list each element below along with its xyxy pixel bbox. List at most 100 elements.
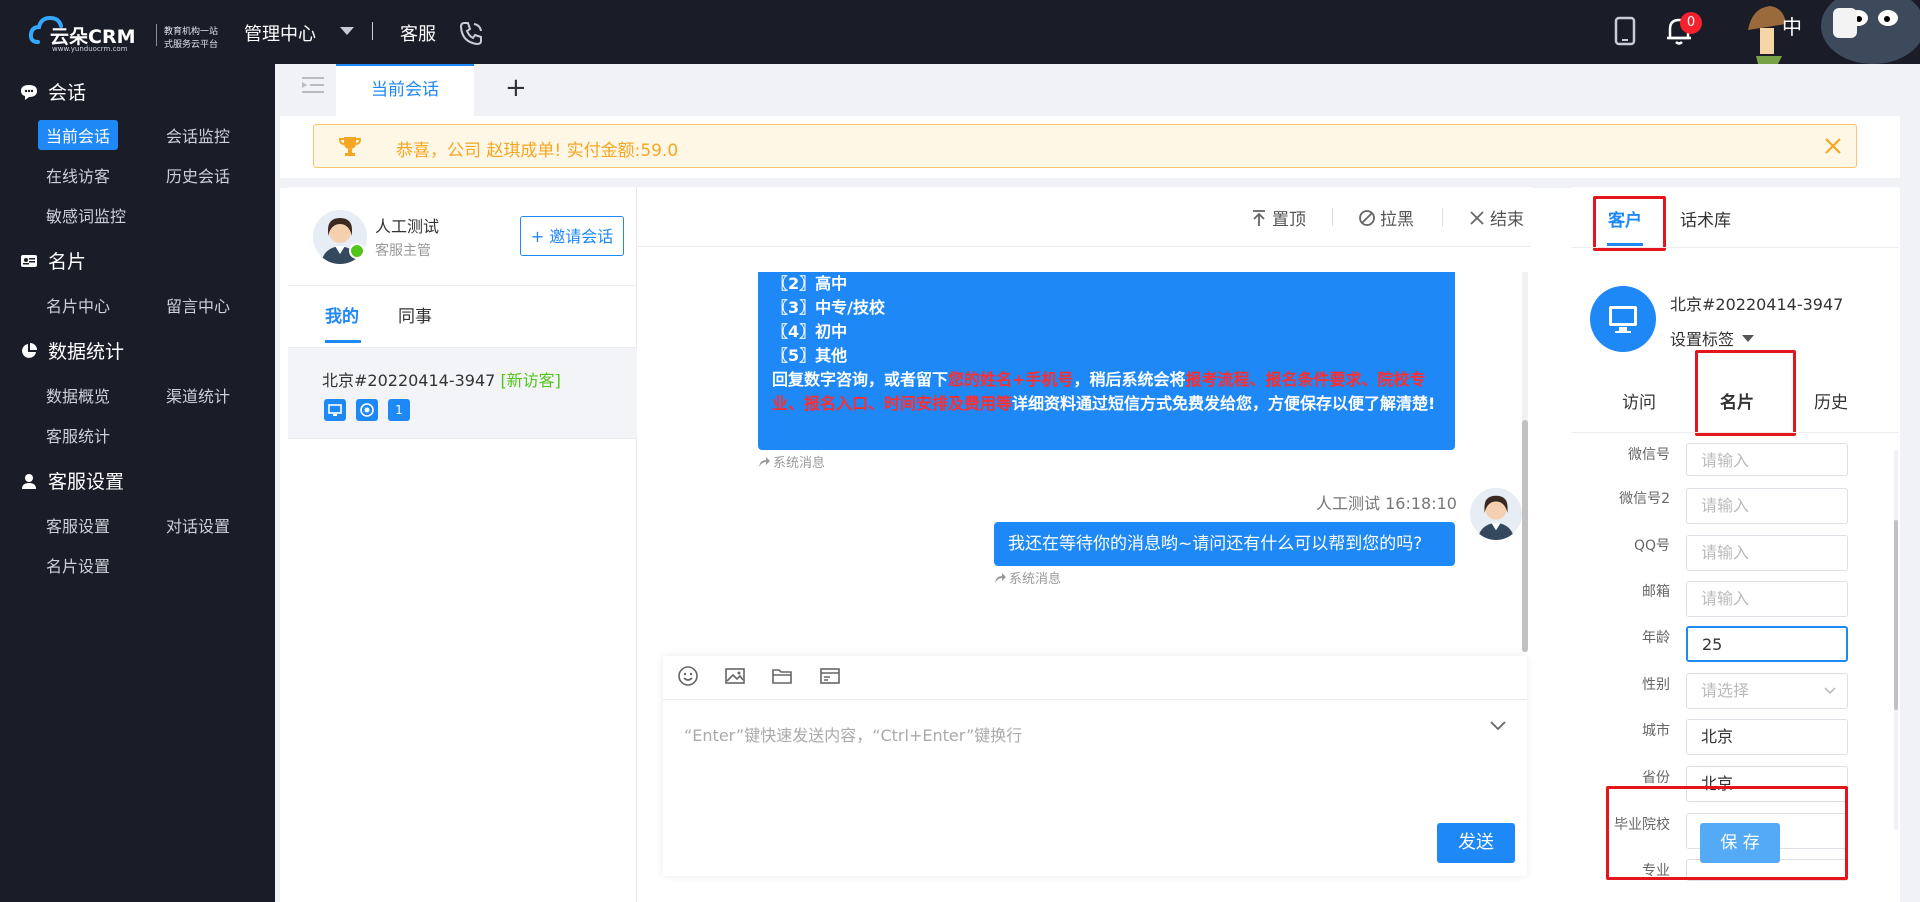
message-time: 16:18:10 xyxy=(1385,494,1457,513)
sidebar-item-service-stats[interactable]: 客服统计 xyxy=(38,420,118,450)
sidebar-item-sensitive-monitor[interactable]: 敏感词监控 xyxy=(38,200,134,230)
mobile-phone-icon[interactable] xyxy=(1614,16,1636,46)
sidebar-item-history-sessions[interactable]: 历史会话 xyxy=(158,160,238,190)
online-status-icon xyxy=(349,243,365,259)
tab-visit[interactable]: 访问 xyxy=(1622,388,1656,413)
block-button[interactable]: 拉黑 xyxy=(1358,205,1414,230)
close-icon xyxy=(1470,210,1484,225)
pie-chart-icon xyxy=(22,342,37,358)
wechat-label: 微信号 xyxy=(1628,447,1670,463)
divider xyxy=(288,285,637,286)
card-icon[interactable] xyxy=(818,664,842,688)
sidebar-item-current-session[interactable]: 当前会话 xyxy=(38,120,119,150)
sidebar-item-dialog-settings[interactable]: 对话设置 xyxy=(158,510,238,540)
nav-management-center[interactable]: 管理中心 xyxy=(244,20,316,46)
age-label: 年龄 xyxy=(1642,630,1670,646)
visitor-name[interactable]: 北京#20220414-3947 [新访客] xyxy=(322,367,561,391)
end-label: 结束 xyxy=(1490,210,1524,230)
desktop-device-icon xyxy=(1609,306,1637,333)
wechat2-input[interactable]: 请输入 xyxy=(1686,488,1848,524)
nav-caret-down-icon[interactable] xyxy=(340,27,354,35)
sidebar-item-card-center[interactable]: 名片中心 xyxy=(38,290,118,320)
agent-message-avatar xyxy=(1470,488,1522,540)
logo-separator xyxy=(156,24,157,46)
customer-scrollbar-thumb[interactable] xyxy=(1894,520,1898,710)
sidebar-item-data-overview[interactable]: 数据概览 xyxy=(38,380,118,410)
age-input[interactable]: 25 xyxy=(1686,626,1848,662)
send-button[interactable]: 发送 xyxy=(1437,823,1515,863)
visitor-id: 北京#20220414-3947 xyxy=(322,371,496,390)
city-input[interactable]: 北京 xyxy=(1686,719,1848,755)
divider xyxy=(1572,247,1898,248)
page-scrollbar[interactable] xyxy=(1904,64,1920,902)
gender-label: 性别 xyxy=(1642,677,1670,693)
sidebar-item-channel-stats[interactable]: 渠道统计 xyxy=(158,380,238,410)
sidebar-section-data: 数据统计 xyxy=(20,337,124,364)
sidebar-section-label: 数据统计 xyxy=(48,341,125,363)
tab-script-library[interactable]: 话术库 xyxy=(1680,206,1731,231)
caret-down-icon xyxy=(1742,334,1755,342)
folder-icon[interactable] xyxy=(770,664,794,688)
desktop-device-icon xyxy=(324,399,346,421)
message-meta: 人工测试 16:18:10 xyxy=(1316,490,1457,514)
logo[interactable]: 云朵CRM www.yunduocrm.com 教育机构一站式服务云平台 xyxy=(28,10,218,56)
pin-button[interactable]: 置顶 xyxy=(1250,205,1306,230)
chevron-down-icon[interactable] xyxy=(1487,714,1509,736)
share-arrow-icon xyxy=(995,573,1006,583)
avatar-illustration-icon: 中 xyxy=(1748,0,1920,64)
sidebar-item-session-monitor[interactable]: 会话监控 xyxy=(158,120,238,150)
chat-bubble-icon xyxy=(21,84,37,100)
agent-role: 客服主管 xyxy=(375,243,431,259)
visitor-list-item[interactable] xyxy=(288,347,637,439)
emoji-icon[interactable] xyxy=(676,664,700,688)
message-input[interactable]: “Enter”键快速发送内容，“Ctrl+Enter”键换行 xyxy=(684,722,1022,746)
user-avatar[interactable]: 中 xyxy=(1738,0,1920,66)
pin-label: 置顶 xyxy=(1272,210,1306,230)
nav-service[interactable]: 客服 xyxy=(400,20,436,46)
sidebar-item-service-settings[interactable]: 客服设置 xyxy=(38,510,118,540)
sidebar-item-online-visitors[interactable]: 在线访客 xyxy=(38,160,118,190)
chevron-down-icon xyxy=(1824,687,1836,695)
sidebar-item-card-settings[interactable]: 名片设置 xyxy=(38,550,118,580)
active-tab-indicator xyxy=(325,340,361,343)
image-icon[interactable] xyxy=(723,664,747,688)
invite-session-button[interactable]: + 邀请会话 xyxy=(520,216,624,256)
menu-fold-icon[interactable] xyxy=(300,74,326,96)
end-session-button[interactable]: 结束 xyxy=(1468,205,1524,230)
toolbar-separator xyxy=(1332,208,1333,226)
tab-history[interactable]: 历史 xyxy=(1814,388,1848,413)
sidebar-section-service-settings: 客服设置 xyxy=(20,467,124,494)
highlight-text: 您的姓名+手机号 xyxy=(948,370,1074,389)
customer-avatar xyxy=(1590,286,1656,352)
sidebar-section-session: 会话 xyxy=(20,78,86,105)
gender-select[interactable]: 请选择 xyxy=(1686,673,1848,709)
set-tag-dropdown[interactable]: 设置标签 xyxy=(1670,326,1755,350)
qq-input[interactable]: 请输入 xyxy=(1686,535,1848,571)
sidebar-section-label: 客服设置 xyxy=(48,471,125,493)
chat-scrollbar-thumb[interactable] xyxy=(1522,420,1528,652)
tab-my-sessions[interactable]: 我的 xyxy=(325,302,359,327)
banner-text: 恭喜，公司 赵琪成单! 实付金额:59.0 xyxy=(396,141,679,161)
new-visitor-tag: [新访客] xyxy=(500,371,561,390)
wechat-input[interactable]: 请输入 xyxy=(1686,443,1848,476)
add-tab-button[interactable]: + xyxy=(505,74,527,102)
agent-name: 人工测试 xyxy=(375,217,440,236)
tab-current-session[interactable]: 当前会话 xyxy=(336,64,474,116)
highlight-box xyxy=(1695,350,1796,436)
avatar-label: 中 xyxy=(1782,15,1802,39)
phone-call-icon[interactable] xyxy=(458,20,484,46)
logo-url: www.yunduocrm.com xyxy=(52,45,128,53)
logo-slogan: 教育机构一站式服务云平台 xyxy=(164,27,219,50)
sidebar-section-card: 名片 xyxy=(20,247,86,274)
tab-colleague-sessions[interactable]: 同事 xyxy=(398,302,432,327)
sys-reply-paragraph: 回复数字咨询，或者留下您的姓名+手机号，稍后系统会将报考流程、报名条件要求、院校… xyxy=(772,370,1436,413)
deal-notification-banner: 恭喜，公司 赵琪成单! 实付金额:59.0 xyxy=(313,124,1857,168)
message-sender: 人工测试 xyxy=(1316,494,1381,513)
block-icon xyxy=(1359,209,1375,226)
email-label: 邮箱 xyxy=(1642,584,1670,600)
sys-line: 〖2〗高中 xyxy=(772,274,848,293)
close-icon[interactable] xyxy=(1822,135,1844,157)
email-input[interactable]: 请输入 xyxy=(1686,581,1848,617)
sidebar-item-message-center[interactable]: 留言中心 xyxy=(158,290,238,320)
sys-line: 〖4〗初中 xyxy=(772,322,848,341)
